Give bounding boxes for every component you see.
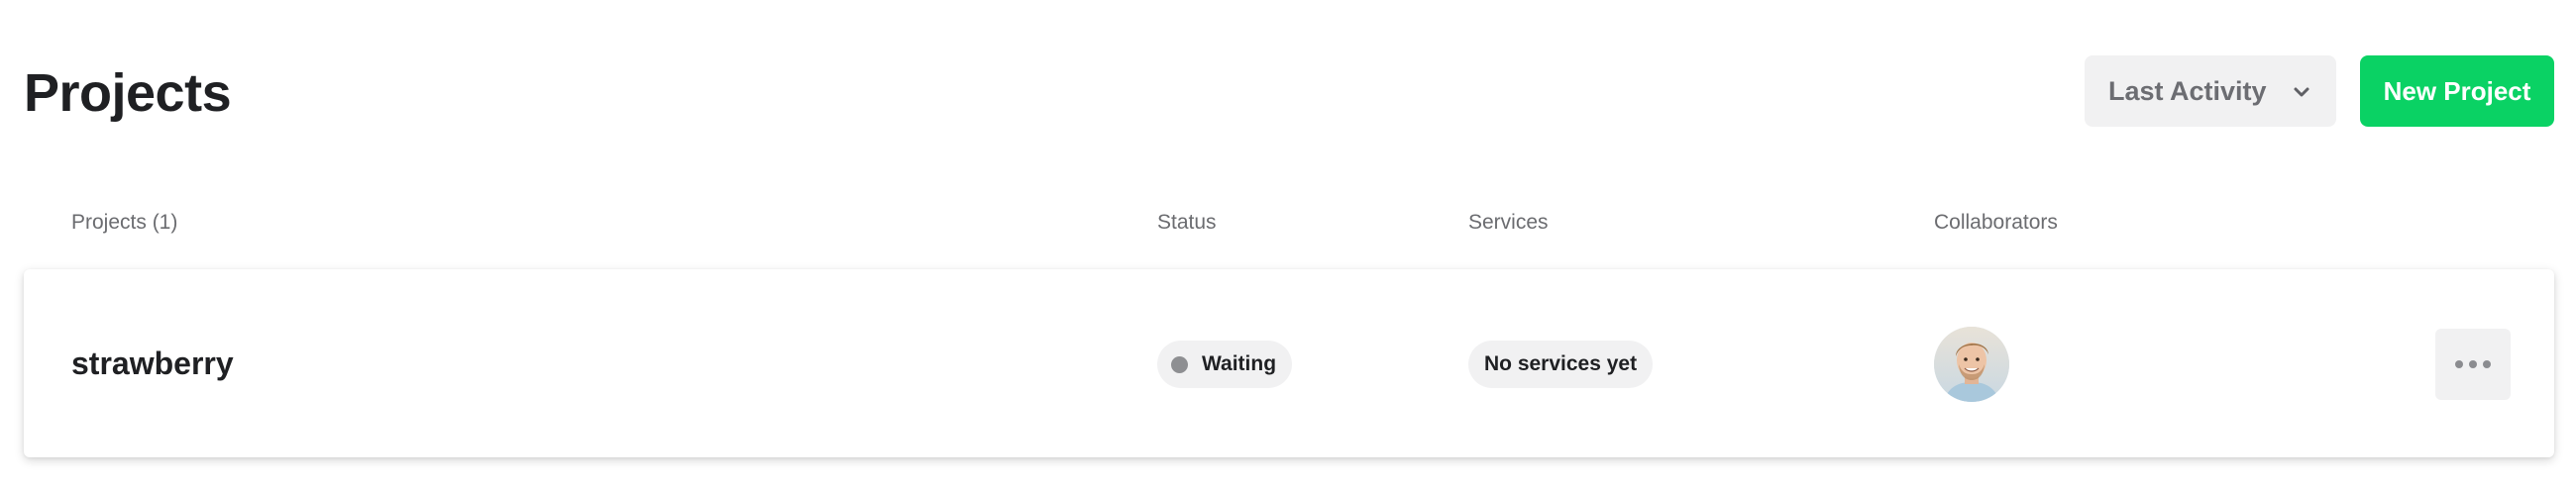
status-label: Waiting [1202,352,1277,375]
project-row[interactable]: strawberry Waiting No services yet [24,269,2554,457]
column-header-collaborators[interactable]: Collaborators [1934,210,2058,236]
more-options-button[interactable] [2435,329,2511,400]
services-badge: No services yet [1468,341,1654,388]
chevron-down-icon [2294,87,2309,97]
page-title: Projects [24,63,232,123]
column-header-projects[interactable]: Projects (1) [71,210,177,236]
avatar-icon [1934,327,2009,402]
more-dot-icon [2483,360,2491,368]
project-name[interactable]: strawberry [71,345,234,382]
new-project-button[interactable]: New Project [2360,55,2554,127]
status-badge: Waiting [1157,341,1293,388]
status-dot-icon [1171,355,1188,373]
services-label: No services yet [1484,352,1638,375]
more-dot-icon [2469,360,2477,368]
column-header-status[interactable]: Status [1157,210,1217,236]
more-dot-icon [2455,360,2463,368]
collaborator-avatar[interactable] [1934,327,2009,402]
sort-dropdown-label: Last Activity [2108,75,2267,106]
column-header-services[interactable]: Services [1468,210,1549,236]
sort-dropdown[interactable]: Last Activity [2085,55,2336,127]
